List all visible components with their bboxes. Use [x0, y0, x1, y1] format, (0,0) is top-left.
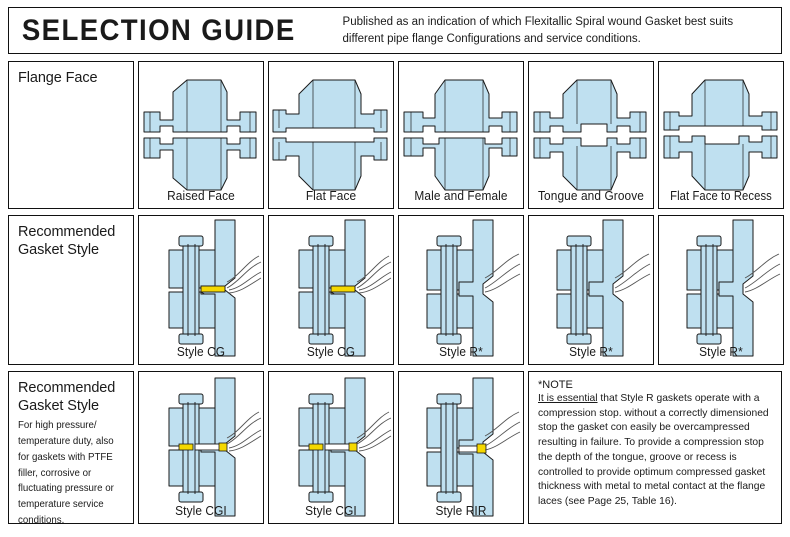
row-header-flange-face: Flange Face [8, 61, 134, 209]
row-header-recommended-gasket-style: Recommended Gasket Style [8, 215, 134, 365]
cell-label: Style R* [699, 345, 743, 359]
row-header-title: Flange Face [18, 70, 98, 86]
cell-style-cgi-1[interactable]: Style CGI [138, 371, 264, 524]
selection-guide-page: SELECTION GUIDE Published as an indicati… [0, 0, 790, 537]
joint-style-r-diagram [686, 219, 781, 357]
cell-label: Male and Female [414, 189, 508, 203]
row-recommended-gasket-style: Recommended Gasket Style Style CG Style … [8, 215, 784, 365]
cell-label: Tongue and Groove [538, 189, 644, 203]
joint-style-cg-diagram [298, 219, 392, 357]
note-box: *NOTE It is essential that Style R gaske… [528, 371, 782, 524]
header-subtitle: Published as an indication of which Flex… [342, 15, 734, 45]
flange-tongue-and-groove-diagram [533, 79, 647, 191]
joint-style-rir-diagram [426, 377, 521, 517]
cell-style-r-1[interactable]: Style R* [398, 215, 524, 365]
cell-tongue-and-groove[interactable]: Tongue and Groove [528, 61, 654, 209]
cell-label: Style CGI [305, 504, 357, 518]
cell-style-cg-2[interactable]: Style CG [268, 215, 394, 365]
page-title: SELECTION GUIDE [21, 13, 296, 47]
cell-label: Style R* [569, 345, 613, 359]
cell-label: Raised Face [167, 189, 235, 203]
note-title: *NOTE [538, 379, 573, 391]
cell-label: Flat Face [305, 189, 357, 203]
cell-flat-face-to-recess[interactable]: Flat Face to Recess [658, 61, 784, 209]
row-recommended-gasket-style-hp: Recommended Gasket Style For high pressu… [8, 371, 782, 524]
cell-flat-face[interactable]: Flat Face [268, 61, 394, 209]
row-header-recommended-gasket-style-hp: Recommended Gasket Style For high pressu… [8, 371, 134, 524]
cell-style-rir[interactable]: Style RIR [398, 371, 524, 524]
joint-style-r-diagram [556, 219, 651, 357]
joint-style-r-diagram [426, 219, 521, 357]
cell-style-cgi-2[interactable]: Style CGI [268, 371, 394, 524]
row-header-title: Recommended Gasket Style [18, 380, 116, 414]
flange-male-and-female-diagram [403, 79, 518, 191]
cell-label: Style CG [176, 345, 226, 359]
flange-flat-face-to-recess-diagram [663, 79, 778, 191]
joint-style-cgi-diagram [298, 377, 392, 517]
cell-style-r-3[interactable]: Style R* [658, 215, 784, 365]
cell-style-r-2[interactable]: Style R* [528, 215, 654, 365]
row-header-title: Recommended Gasket Style [18, 224, 116, 258]
note-text: It is essential that Style R gaskets ope… [538, 392, 771, 510]
cell-raised-face[interactable]: Raised Face [138, 61, 264, 209]
cell-style-cg-1[interactable]: Style CG [138, 215, 264, 365]
row-header-body: For high pressure/ temperature duty, als… [18, 420, 114, 524]
cell-label: Style CG [306, 345, 356, 359]
cell-label: Style R* [439, 345, 483, 359]
document-header: SELECTION GUIDE Published as an indicati… [8, 7, 782, 54]
note-emphasis: It is essential [538, 393, 598, 404]
cell-label: Flat Face to Recess [670, 189, 772, 203]
note-body: that Style R gaskets operate with a comp… [538, 393, 769, 508]
cell-label: Style RIR [435, 504, 487, 518]
flange-flat-face-diagram [272, 79, 388, 191]
cell-label: Style CGI [175, 504, 227, 518]
joint-style-cgi-diagram [168, 377, 262, 517]
row-flange-face: Flange Face Raised Face Flat Face Male a… [8, 61, 784, 209]
flange-raised-face-diagram [143, 79, 257, 191]
cell-male-and-female[interactable]: Male and Female [398, 61, 524, 209]
joint-style-cg-diagram [168, 219, 262, 357]
